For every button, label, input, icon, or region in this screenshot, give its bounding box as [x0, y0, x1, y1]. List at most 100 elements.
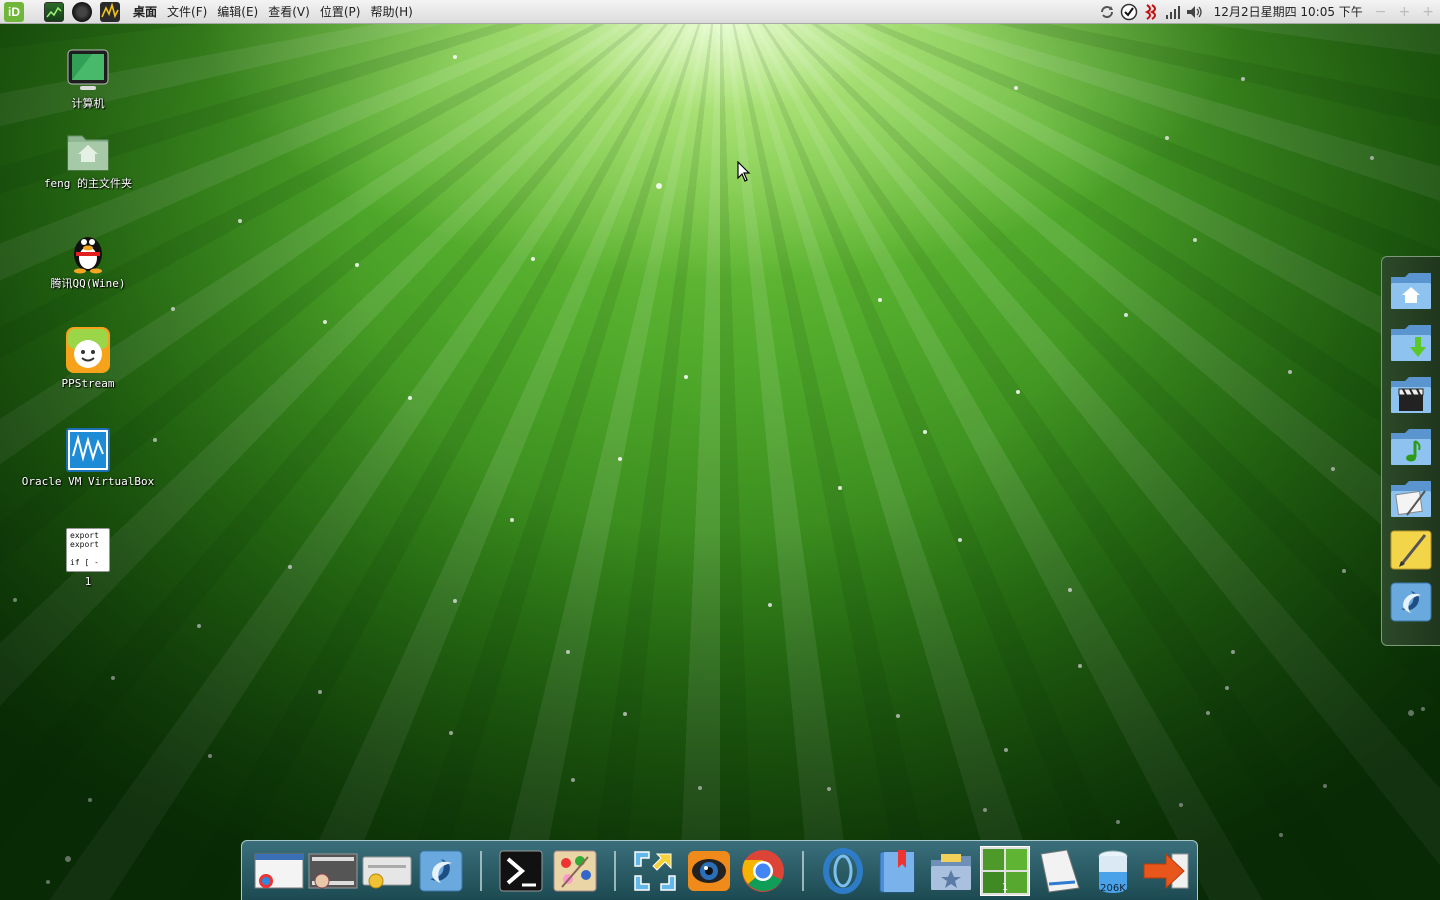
bottom-dock: 1 206K: [241, 840, 1198, 900]
mouse-cursor-icon: [737, 160, 751, 187]
script-preview-line: if [ -: [70, 558, 99, 567]
system-monitor-launcher[interactable]: [42, 1, 66, 23]
drawer-music-folder[interactable]: [1387, 423, 1435, 469]
chrome-launcher[interactable]: [70, 1, 94, 23]
script-preview-line: [70, 549, 106, 558]
maximize-icon[interactable]: +: [1393, 4, 1417, 20]
drawer-video-folder[interactable]: [1387, 371, 1435, 417]
terminal-icon: [499, 850, 543, 891]
desktop-icon-label: Oracle VM VirtualBox: [21, 475, 155, 488]
cd-burner-icon: [362, 856, 412, 888]
dock-fullscreen[interactable]: [630, 846, 680, 896]
swirl-app-icon: [419, 850, 463, 891]
dock-favorites-folder[interactable]: [926, 846, 976, 896]
ppstream-icon: [65, 326, 111, 374]
screenshot-tool-icon: [100, 1, 120, 22]
input-method-icon[interactable]: [1140, 2, 1162, 22]
desktop-icon-label: 腾讯QQ(Wine): [50, 277, 126, 290]
dock-opera[interactable]: [818, 846, 868, 896]
drawer-downloads-folder[interactable]: [1387, 319, 1435, 365]
dock-webcam[interactable]: [684, 846, 734, 896]
wallpaper-light-rays: [0, 0, 1440, 900]
dock-separator: [614, 850, 616, 891]
script-preview-line: export: [70, 531, 99, 540]
qq-penguin-icon: [66, 228, 110, 274]
video-editor-icon: [308, 853, 358, 888]
dock-video-editor[interactable]: [308, 846, 358, 896]
dock-memory-monitor[interactable]: 206K: [1088, 846, 1138, 896]
menu-places[interactable]: 位置(P): [315, 3, 366, 20]
dock-bookmarks-book[interactable]: [872, 846, 922, 896]
menu-file[interactable]: 文件(F): [162, 3, 212, 20]
desktop-icon-label: 计算机: [71, 97, 105, 110]
script-preview-line: export: [70, 540, 99, 549]
app-logo-icon: iD: [4, 1, 24, 22]
swirl-app-icon: [1390, 582, 1432, 622]
signal-icon[interactable]: [1162, 2, 1184, 22]
virtualbox-icon: [66, 428, 110, 472]
dock-logout[interactable]: [1142, 846, 1192, 896]
drawer-documents-folder[interactable]: [1387, 475, 1435, 521]
screenshot-tool-launcher[interactable]: [98, 1, 122, 23]
dock-swirl-app[interactable]: [416, 846, 466, 896]
dock-terminal[interactable]: [496, 846, 546, 896]
drawer-notes[interactable]: [1387, 527, 1435, 573]
checkmark-icon[interactable]: [1118, 2, 1140, 22]
desktop-icon-computer[interactable]: 计算机: [13, 48, 163, 111]
favorites-folder-icon: [931, 853, 971, 890]
top-panel: iD 桌面 文件(F) 编辑(E) 查看(V) 位置(P) 帮助(H) 12月2…: [0, 0, 1440, 24]
logout-arrow-icon: [1143, 852, 1189, 889]
system-tray: 12月2日星期四 10:05 下午 − + +: [1096, 0, 1440, 24]
browser-window-icon: [254, 853, 304, 888]
chrome-launcher-icon: [72, 1, 92, 22]
opera-icon: [823, 847, 863, 894]
desktop-icon-label: feng 的主文件夹: [43, 177, 133, 190]
paint-icon: [553, 850, 597, 891]
chrome-icon: [742, 849, 784, 892]
downloads-folder-icon: [1391, 325, 1431, 361]
fullscreen-icon: [634, 850, 676, 891]
menu-edit[interactable]: 编辑(E): [212, 3, 263, 20]
menu-view[interactable]: 查看(V): [263, 3, 315, 20]
desktop-icon-home-folder[interactable]: feng 的主文件夹: [13, 128, 163, 191]
minimize-icon[interactable]: −: [1369, 4, 1393, 20]
wallpaper-sparkles: [13, 55, 1425, 884]
dock-paint[interactable]: [550, 846, 600, 896]
volume-icon[interactable]: [1184, 2, 1206, 22]
video-folder-icon: [1391, 377, 1431, 413]
app-logo-launcher[interactable]: iD: [2, 1, 26, 23]
menu-help[interactable]: 帮助(H): [365, 3, 417, 20]
home-folder-icon: [66, 128, 110, 172]
desktop-icon-script-file[interactable]: export export if [ - 1: [13, 528, 163, 588]
music-folder-icon: [1391, 429, 1431, 465]
right-drawer-dock: [1381, 256, 1440, 646]
memory-badge: 206K: [1100, 882, 1126, 894]
dock-browser-window[interactable]: [254, 846, 304, 896]
refresh-icon[interactable]: [1096, 2, 1118, 22]
drawer-home-folder[interactable]: [1387, 267, 1435, 313]
dock-separator: [480, 850, 482, 891]
dock-cd-burner[interactable]: [362, 846, 412, 896]
dock-separator: [802, 850, 804, 891]
desktop-icon-label: PPStream: [61, 377, 115, 390]
documents-folder-icon: [1391, 481, 1431, 517]
computer-icon: [66, 48, 110, 92]
webcam-icon: [688, 850, 730, 891]
dock-text-editor[interactable]: [1034, 846, 1084, 896]
desktop-icon-qq[interactable]: 腾讯QQ(Wine): [13, 228, 163, 291]
menu-desktop[interactable]: 桌面: [128, 3, 162, 20]
dock-chrome[interactable]: [738, 846, 788, 896]
drawer-swirl-app[interactable]: [1387, 579, 1435, 625]
clock[interactable]: 12月2日星期四 10:05 下午: [1206, 3, 1369, 20]
desktop-icon-ppstream[interactable]: PPStream: [13, 326, 163, 390]
dock-workspace-switcher[interactable]: 1: [980, 845, 1030, 896]
desktop-icon-virtualbox[interactable]: Oracle VM VirtualBox: [13, 428, 163, 488]
text-editor-icon: [1040, 848, 1080, 893]
home-folder-icon: [1391, 273, 1431, 309]
script-file-icon: export export if [ -: [66, 528, 110, 572]
notes-icon: [1390, 530, 1432, 570]
close-icon[interactable]: +: [1416, 4, 1440, 20]
workspace-badge: 1: [1001, 881, 1009, 893]
desktop-icon-label: 1: [84, 575, 92, 588]
bookmarks-book-icon: [879, 849, 915, 892]
